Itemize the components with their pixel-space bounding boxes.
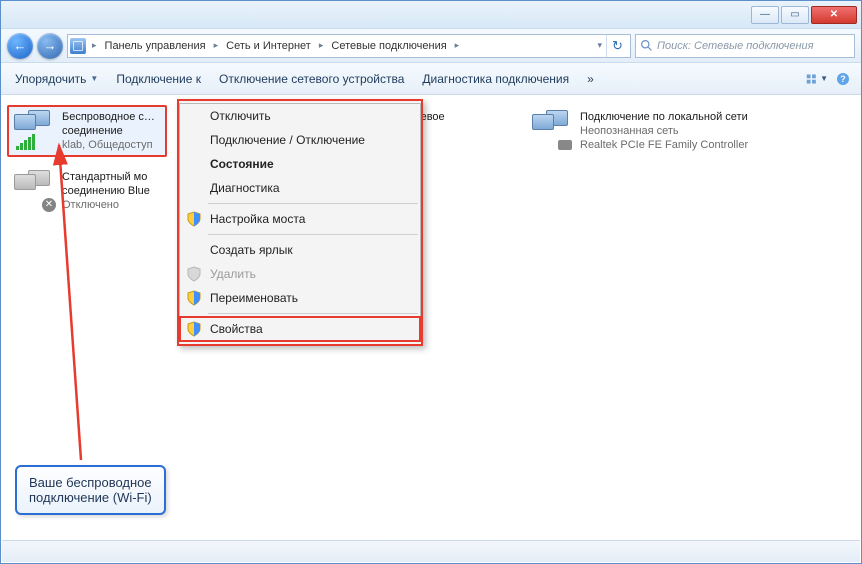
nav-row: ← → ▸ Панель управления ▸ Сеть и Интерне… bbox=[1, 29, 861, 63]
callout-line-2: подключение (Wi-Fi) bbox=[29, 490, 152, 505]
connection-name-2: соединение bbox=[62, 124, 160, 138]
organize-menu[interactable]: Упорядочить ▼ bbox=[7, 68, 106, 90]
diagnose-button[interactable]: Диагностика подключения bbox=[414, 68, 577, 90]
disabled-x-icon: ✕ bbox=[42, 198, 56, 212]
explorer-window: — ▭ ✕ ← → ▸ Панель управления ▸ Сеть и И… bbox=[0, 0, 862, 564]
ctx-disconnect[interactable]: Отключить bbox=[180, 104, 420, 128]
status-bar bbox=[2, 540, 860, 562]
ctx-properties[interactable]: Свойства bbox=[180, 317, 420, 341]
shield-icon bbox=[186, 290, 202, 306]
ctx-rename[interactable]: Переименовать bbox=[180, 286, 420, 310]
connection-name-2: соединению Blue bbox=[62, 184, 150, 198]
history-dropdown[interactable]: ▾ bbox=[595, 40, 604, 51]
shield-icon bbox=[186, 211, 202, 227]
chevron-right-icon: ▸ bbox=[90, 40, 99, 51]
location-icon bbox=[70, 38, 86, 54]
title-bar: — ▭ ✕ bbox=[1, 1, 861, 29]
ctx-delete-label: Удалить bbox=[210, 267, 256, 281]
separator bbox=[208, 234, 418, 235]
connection-device: Realtek PCIe FE Family Controller bbox=[580, 138, 748, 152]
svg-text:?: ? bbox=[840, 74, 846, 84]
chevron-right-icon: ▸ bbox=[212, 40, 221, 51]
network-adapter-icon: ✕ bbox=[14, 170, 54, 210]
ctx-rename-label: Переименовать bbox=[210, 291, 298, 305]
maximize-button[interactable]: ▭ bbox=[781, 6, 809, 24]
ctx-create-shortcut[interactable]: Создать ярлык bbox=[180, 238, 420, 262]
breadcrumb-2[interactable]: Сетевые подключения bbox=[327, 35, 450, 57]
annotation-callout: Ваше беспроводное подключение (Wi-Fi) bbox=[15, 465, 166, 515]
separator bbox=[208, 203, 418, 204]
chevron-right-icon: ▸ bbox=[317, 40, 326, 51]
disable-device-button[interactable]: Отключение сетевого устройства bbox=[211, 68, 412, 90]
breadcrumb-1[interactable]: Сеть и Интернет bbox=[222, 35, 315, 57]
ctx-connect-disconnect[interactable]: Подключение / Отключение bbox=[180, 128, 420, 152]
connection-name: Стандартный мо bbox=[62, 170, 150, 184]
breadcrumb-0[interactable]: Панель управления bbox=[101, 35, 210, 57]
chevron-down-icon: ▼ bbox=[820, 74, 828, 83]
connection-status: klab, Общедоступ bbox=[62, 138, 160, 152]
context-menu: Отключить Подключение / Отключение Состо… bbox=[177, 99, 423, 346]
network-adapter-icon bbox=[14, 110, 54, 150]
connection-name: Подключение по локальной сети bbox=[580, 110, 748, 124]
shield-icon bbox=[186, 321, 202, 337]
ethernet-plug-icon bbox=[558, 140, 572, 150]
connection-item-lan[interactable]: Подключение по локальной сети Неопознанн… bbox=[525, 105, 805, 157]
minimize-button[interactable]: — bbox=[751, 6, 779, 24]
refresh-button[interactable]: ↻ bbox=[606, 35, 628, 57]
view-icon bbox=[806, 72, 818, 86]
ctx-status[interactable]: Состояние bbox=[180, 152, 420, 176]
ctx-diagnostics[interactable]: Диагностика bbox=[180, 176, 420, 200]
shield-icon bbox=[186, 266, 202, 282]
search-placeholder: Поиск: Сетевые подключения bbox=[657, 40, 814, 52]
organize-label: Упорядочить bbox=[15, 72, 86, 86]
separator bbox=[208, 313, 418, 314]
chevron-right-icon: ▸ bbox=[453, 40, 462, 51]
help-icon: ? bbox=[836, 72, 850, 86]
chevron-down-icon: ▼ bbox=[90, 74, 98, 83]
connect-to-button[interactable]: Подключение к bbox=[108, 68, 209, 90]
search-icon bbox=[640, 39, 653, 52]
ctx-properties-label: Свойства bbox=[210, 322, 263, 336]
ctx-bridge-label: Настройка моста bbox=[210, 212, 305, 226]
close-button[interactable]: ✕ bbox=[811, 6, 857, 24]
search-input[interactable]: Поиск: Сетевые подключения bbox=[635, 34, 855, 58]
change-view-button[interactable]: ▼ bbox=[805, 68, 829, 90]
ctx-delete: Удалить bbox=[180, 262, 420, 286]
connection-status: Неопознанная сеть bbox=[580, 124, 748, 138]
content-pane: Беспроводное сетевое соединение klab, Об… bbox=[1, 95, 861, 543]
signal-bars-icon bbox=[16, 134, 35, 150]
connection-name: Беспроводное сетевое bbox=[62, 110, 160, 124]
toolbar: Упорядочить ▼ Подключение к Отключение с… bbox=[1, 63, 861, 95]
back-button[interactable]: ← bbox=[7, 33, 33, 59]
network-adapter-icon bbox=[532, 110, 572, 150]
toolbar-overflow[interactable]: » bbox=[579, 68, 602, 90]
address-bar[interactable]: ▸ Панель управления ▸ Сеть и Интернет ▸ … bbox=[67, 34, 631, 58]
callout-line-1: Ваше беспроводное bbox=[29, 475, 152, 490]
help-button[interactable]: ? bbox=[831, 68, 855, 90]
connection-item-wifi[interactable]: Беспроводное сетевое соединение klab, Об… bbox=[7, 105, 167, 157]
forward-button[interactable]: → bbox=[37, 33, 63, 59]
connection-item-bluetooth[interactable]: ✕ Стандартный мо соединению Blue Отключе… bbox=[7, 165, 167, 217]
connection-status: Отключено bbox=[62, 198, 150, 212]
ctx-bridge[interactable]: Настройка моста bbox=[180, 207, 420, 231]
